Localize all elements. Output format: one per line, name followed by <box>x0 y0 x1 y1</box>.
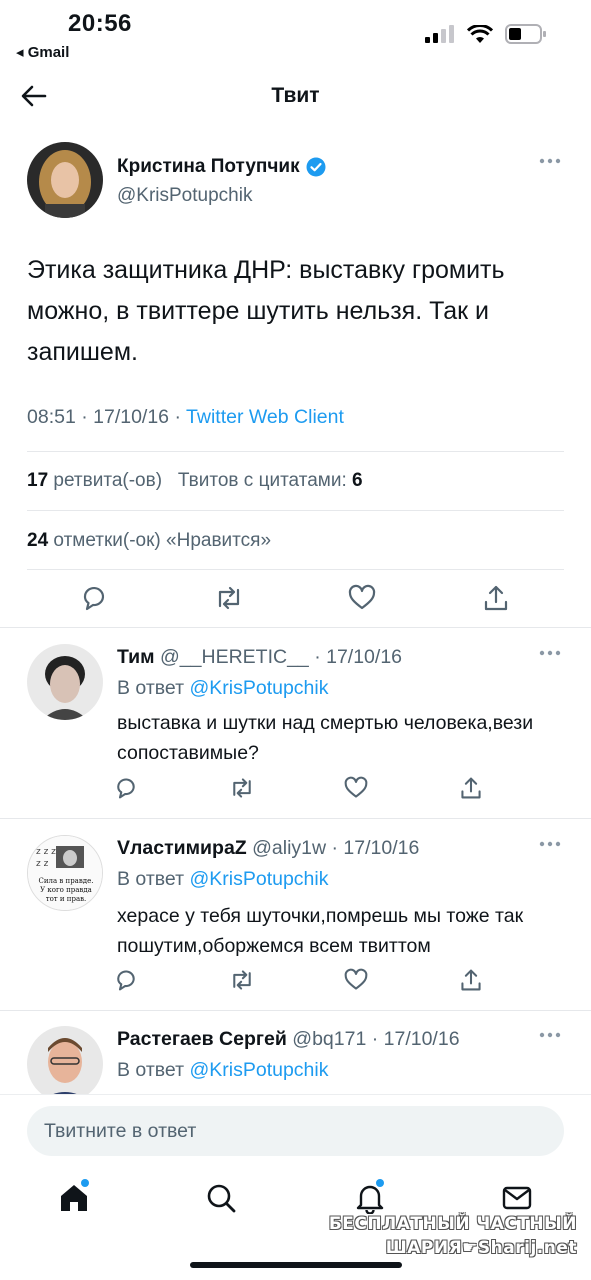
more-options-icon[interactable] <box>539 650 561 656</box>
signal-icon <box>425 25 454 43</box>
in-reply-handle-link[interactable]: @KrisPotupchik <box>189 677 328 699</box>
home-badge <box>81 1179 89 1187</box>
svg-text:У кого правда: У кого правда <box>40 886 92 894</box>
svg-text:тот и прав.: тот и прав. <box>46 895 87 903</box>
reply-input[interactable]: Твитните в ответ <box>27 1106 564 1156</box>
reply-avatar[interactable] <box>27 644 103 720</box>
retweet-icon[interactable] <box>229 776 255 805</box>
reply-icon[interactable] <box>114 968 138 997</box>
retweets-label: ретвита(-ов) <box>53 470 163 491</box>
retweet-stats[interactable]: 17 ретвита(-ов) Твитов с цитатами: 6 <box>27 470 363 492</box>
tweet-timestamp: 08:51 · 17/10/16 · <box>27 406 181 428</box>
reply-header: Тим @__HERETIC__ · 17/10/16 <box>117 646 402 669</box>
battery-icon <box>505 24 546 44</box>
tweet-text: Этика защитника ДНР: выставку громить мо… <box>27 256 505 366</box>
reply-avatar[interactable] <box>27 1026 103 1102</box>
svg-text:Сила в правде.: Сила в правде. <box>39 877 94 885</box>
author-name[interactable]: Кристина Потупчик <box>117 156 326 178</box>
reply-icon[interactable] <box>114 776 138 805</box>
tweet-meta: 08:51 · 17/10/16 · Twitter Web Client <box>27 406 344 429</box>
svg-text:z z: z z <box>36 859 49 869</box>
reply-composer: Твитните в ответ <box>0 1094 591 1170</box>
author-handle[interactable]: @KrisPotupchik <box>117 185 252 207</box>
more-options-icon[interactable] <box>539 841 561 847</box>
status-time: 20:56 <box>68 10 132 37</box>
share-icon[interactable] <box>459 968 483 997</box>
reply-text: выставка и шутки над смертью человека,ве… <box>117 712 534 764</box>
divider <box>27 569 564 570</box>
reply-input-placeholder: Твитните в ответ <box>44 1120 197 1142</box>
quotes-label: Твитов с цитатами: <box>177 470 347 491</box>
divider <box>27 510 564 511</box>
reply-avatar[interactable]: z z z z z Сила в правде. У кого правда т… <box>27 835 103 911</box>
like-icon[interactable] <box>348 584 376 617</box>
reply-icon[interactable] <box>80 584 108 617</box>
divider <box>27 451 564 452</box>
share-icon[interactable] <box>482 584 510 617</box>
reply-author-name[interactable]: Растегаев Сергей <box>117 1028 287 1050</box>
divider <box>0 1010 591 1011</box>
like-icon[interactable] <box>344 776 368 805</box>
home-indicator[interactable] <box>190 1262 402 1268</box>
in-reply-to: В ответ @KrisPotupchik <box>117 868 329 890</box>
retweets-count: 17 <box>27 470 49 491</box>
reply-meta: @__HERETIC__ · 17/10/16 <box>160 646 403 668</box>
retweet-icon[interactable] <box>229 968 255 997</box>
top-nav: Твит <box>0 68 591 126</box>
reply-actions <box>0 968 591 998</box>
divider <box>0 818 591 819</box>
verified-badge-icon <box>306 157 326 177</box>
divider <box>0 627 591 628</box>
reply-author-name[interactable]: Тим <box>117 646 155 668</box>
back-to-gmail[interactable]: ◂ Gmail <box>16 43 69 61</box>
likes-label: отметки(-ок) «Нравится» <box>53 530 272 551</box>
likes-count: 24 <box>27 530 49 551</box>
retweet-icon[interactable] <box>214 584 244 617</box>
share-icon[interactable] <box>459 776 483 805</box>
search-icon[interactable] <box>205 1182 237 1219</box>
page-title: Твит <box>271 84 320 107</box>
tweet-client-link[interactable]: Twitter Web Client <box>186 406 344 428</box>
home-icon[interactable] <box>58 1182 90 1219</box>
reply-author-name[interactable]: VластимираZ <box>117 837 247 859</box>
quotes-count: 6 <box>352 470 363 491</box>
in-reply-to: В ответ @KrisPotupchik <box>117 677 329 699</box>
likes-stats[interactable]: 24 отметки(-ок) «Нравится» <box>27 530 271 552</box>
reply-actions <box>0 776 591 806</box>
reply-header: Растегаев Сергей @bq171 · 17/10/16 <box>117 1028 460 1051</box>
status-icons <box>425 24 547 44</box>
reply-meta: @bq171 · 17/10/16 <box>292 1028 460 1050</box>
more-options-icon[interactable] <box>539 1032 561 1038</box>
in-reply-handle-link[interactable]: @KrisPotupchik <box>189 868 328 890</box>
tweet-actions <box>0 584 591 624</box>
wifi-icon <box>467 24 493 43</box>
status-bar: 20:56 ◂ Gmail <box>0 0 591 68</box>
reply-header: VластимираZ @aliy1w · 17/10/16 <box>117 837 419 860</box>
in-reply-handle-link[interactable]: @KrisPotupchik <box>189 1059 328 1081</box>
watermark: БЕСПЛАТНЫЙ ЧАСТНЫЙ ШАРИЯ☛Sharij.net <box>328 1214 577 1258</box>
reply-text: херасе у тебя шуточки,помрешь мы тоже та… <box>117 905 524 957</box>
like-icon[interactable] <box>344 968 368 997</box>
reply-meta: @aliy1w · 17/10/16 <box>252 837 420 859</box>
in-reply-to: В ответ @KrisPotupchik <box>117 1059 329 1081</box>
more-options-icon[interactable] <box>539 158 561 164</box>
author-avatar[interactable] <box>27 142 103 218</box>
notifications-badge <box>376 1179 384 1187</box>
svg-text:z z z: z z z <box>36 847 56 857</box>
